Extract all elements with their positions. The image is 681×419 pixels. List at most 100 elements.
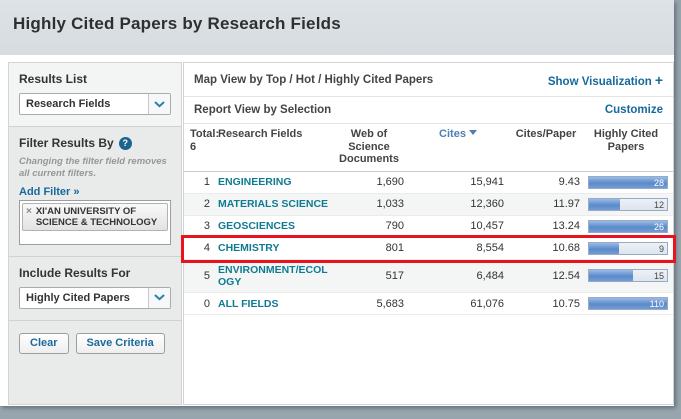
cell-rank: 0 xyxy=(188,298,216,310)
bar-value: 26 xyxy=(654,221,664,233)
clear-button[interactable]: Clear xyxy=(19,333,69,354)
remove-filter-icon[interactable]: × xyxy=(26,206,32,217)
highly-cited-bar: 9 xyxy=(588,242,668,255)
cell-documents: 1,033 xyxy=(330,198,408,210)
cell-rank: 5 xyxy=(188,270,216,282)
results-list-label: Results List xyxy=(19,72,171,86)
results-list-dropdown[interactable]: Research Fields xyxy=(19,93,171,115)
map-view-title: Map View by Top / Hot / Highly Cited Pap… xyxy=(194,74,433,86)
field-link[interactable]: ENVIRONMENT/ECOLOGY xyxy=(218,264,330,288)
column-header-cites: Cites xyxy=(408,128,508,141)
highly-cited-bar: 26 xyxy=(588,220,668,233)
cell-rank: 2 xyxy=(188,198,216,210)
field-link[interactable]: ENGINEERING xyxy=(218,176,292,188)
table-body: 1 ENGINEERING 1,690 15,941 9.43 28 2 MAT… xyxy=(184,172,673,315)
filter-help-text: Changing the filter field removes all cu… xyxy=(19,156,171,181)
cell-cites: 6,484 xyxy=(408,270,508,282)
chevron-down-icon[interactable] xyxy=(148,94,170,114)
cell-field: ENVIRONMENT/ECOLOGY xyxy=(216,264,330,288)
cell-field: CHEMISTRY xyxy=(216,242,330,254)
report-view-header: Report View by Selection Customize xyxy=(184,97,673,124)
cell-highly-cited: 9 xyxy=(584,242,668,255)
results-list-value: Research Fields xyxy=(20,94,148,114)
field-link[interactable]: MATERIALS SCIENCE xyxy=(218,198,328,210)
bar-value: 110 xyxy=(650,298,664,310)
cell-cites-per-paper: 10.75 xyxy=(508,298,584,310)
highly-cited-bar: 28 xyxy=(588,176,668,189)
filter-by-title: Filter Results By ? xyxy=(19,136,171,150)
field-link[interactable]: ALL FIELDS xyxy=(218,298,278,310)
column-header-research-fields: Research Fields xyxy=(216,128,330,141)
customize-link[interactable]: Customize xyxy=(605,104,663,116)
filter-chip-label: XI'AN UNIVERSITY OF SCIENCE & TECHNOLOGY xyxy=(36,206,164,229)
bar-fill xyxy=(589,199,620,210)
cell-cites-per-paper: 12.54 xyxy=(508,270,584,282)
table-row: 4 CHEMISTRY 801 8,554 10.68 9 xyxy=(184,238,673,260)
plus-icon: + xyxy=(655,72,663,88)
cell-cites: 8,554 xyxy=(408,242,508,254)
cell-field: ALL FIELDS xyxy=(216,298,330,310)
cell-highly-cited: 28 xyxy=(584,176,668,189)
include-results-section: Include Results For Highly Cited Papers xyxy=(9,257,181,321)
cell-documents: 5,683 xyxy=(330,298,408,310)
bar-value: 12 xyxy=(654,199,664,211)
cell-rank: 1 xyxy=(188,176,216,188)
report-view-title: Report View by Selection xyxy=(194,104,331,116)
total-label: Total: xyxy=(190,128,210,141)
column-header-documents: Web of Science Documents xyxy=(330,128,408,166)
show-visualization-link[interactable]: Show Visualization+ xyxy=(548,72,663,88)
sort-desc-icon xyxy=(469,130,477,135)
filter-chip[interactable]: × XI'AN UNIVERSITY OF SCIENCE & TECHNOLO… xyxy=(22,203,168,232)
cell-highly-cited: 15 xyxy=(584,269,668,282)
map-view-header: Map View by Top / Hot / Highly Cited Pap… xyxy=(184,63,673,97)
table-row: 1 ENGINEERING 1,690 15,941 9.43 28 xyxy=(184,172,673,194)
cell-documents: 801 xyxy=(330,242,408,254)
bar-value: 15 xyxy=(654,270,664,282)
filter-by-label: Filter Results By xyxy=(19,136,114,150)
total-header: Total: 6 xyxy=(188,128,216,153)
bar-fill xyxy=(589,270,633,281)
include-results-label: Include Results For xyxy=(19,266,171,280)
column-header-cites-per-paper: Cites/Paper xyxy=(508,128,584,141)
cell-field: MATERIALS SCIENCE xyxy=(216,198,330,210)
sidebar: Results List Research Fields Filter Resu… xyxy=(8,62,182,405)
cell-field: GEOSCIENCES xyxy=(216,220,330,232)
table-row: 0 ALL FIELDS 5,683 61,076 10.75 110 xyxy=(184,293,673,315)
field-link[interactable]: CHEMISTRY xyxy=(218,242,279,254)
cell-cites-per-paper: 13.24 xyxy=(508,220,584,232)
include-results-value: Highly Cited Papers xyxy=(20,288,148,308)
cell-documents: 517 xyxy=(330,270,408,282)
show-visualization-label: Show Visualization xyxy=(548,76,652,88)
save-criteria-button[interactable]: Save Criteria xyxy=(76,333,165,354)
cell-rank: 3 xyxy=(188,220,216,232)
bar-value: 28 xyxy=(654,177,664,189)
cell-documents: 790 xyxy=(330,220,408,232)
field-link[interactable]: GEOSCIENCES xyxy=(218,220,295,232)
table-row: 5 ENVIRONMENT/ECOLOGY 517 6,484 12.54 15 xyxy=(184,260,673,293)
column-header-highly-cited: Highly Cited Papers xyxy=(584,128,668,153)
cell-highly-cited: 12 xyxy=(584,198,668,211)
cites-sort-link[interactable]: Cites xyxy=(439,128,477,140)
cell-field: ENGINEERING xyxy=(216,176,330,188)
add-filter-link[interactable]: Add Filter » xyxy=(19,186,80,198)
include-results-dropdown[interactable]: Highly Cited Papers xyxy=(19,287,171,309)
cell-highly-cited: 110 xyxy=(584,297,668,310)
cell-cites: 10,457 xyxy=(408,220,508,232)
cell-cites-per-paper: 10.68 xyxy=(508,242,584,254)
app-window: Highly Cited Papers by Research Fields R… xyxy=(0,0,674,406)
table-header: Total: 6 Research Fields Web of Science … xyxy=(184,124,673,172)
highly-cited-bar: 12 xyxy=(588,198,668,211)
sidebar-actions: Clear Save Criteria xyxy=(9,321,181,366)
cell-cites: 61,076 xyxy=(408,298,508,310)
total-value: 6 xyxy=(190,141,210,154)
table-row: 2 MATERIALS SCIENCE 1,033 12,360 11.97 1… xyxy=(184,194,673,216)
cell-documents: 1,690 xyxy=(330,176,408,188)
cell-cites: 12,360 xyxy=(408,198,508,210)
filter-listbox: × XI'AN UNIVERSITY OF SCIENCE & TECHNOLO… xyxy=(19,200,171,245)
chevron-down-icon[interactable] xyxy=(148,288,170,308)
help-icon[interactable]: ? xyxy=(119,137,132,150)
cell-cites-per-paper: 11.97 xyxy=(508,198,584,210)
highly-cited-bar: 110 xyxy=(588,297,668,310)
filter-section: Filter Results By ? Changing the filter … xyxy=(9,127,181,257)
cell-rank: 4 xyxy=(188,242,216,254)
